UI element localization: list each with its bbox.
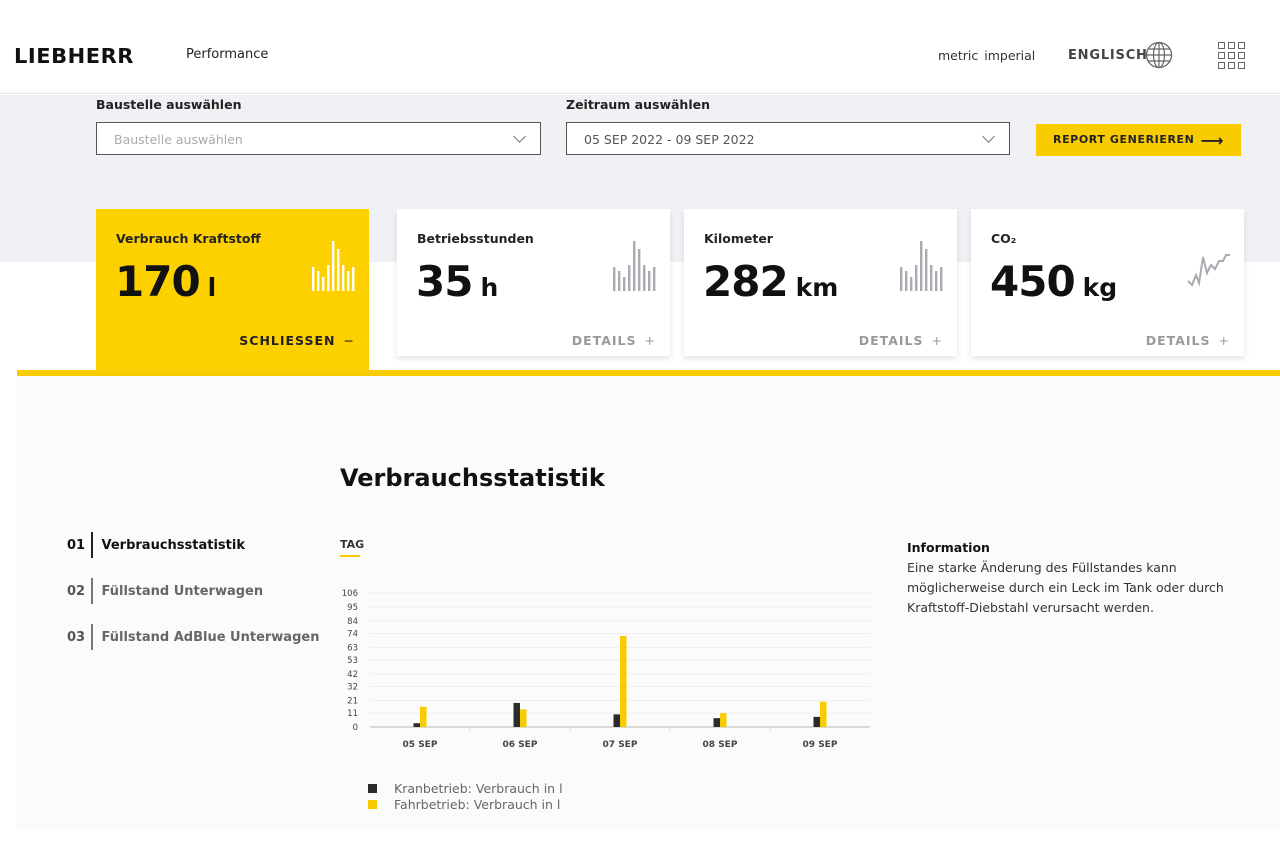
nav-number: 02 <box>67 583 86 599</box>
card-value: 170 l <box>115 257 217 306</box>
section-title: Verbrauchsstatistik <box>340 464 605 492</box>
card-title: CO₂ <box>991 231 1017 246</box>
y-tick-label: 74 <box>347 629 358 639</box>
card-value: 35 h <box>416 257 499 306</box>
nav-divider <box>91 578 93 604</box>
card-kilometers[interactable]: Kilometer 282 km DETAILS + <box>684 209 957 356</box>
bar-fahr <box>420 706 427 727</box>
line-chart-icon <box>1187 254 1230 287</box>
info-box: Information Eine starke Änderung des Fül… <box>907 538 1227 618</box>
site-label: Baustelle auswählen <box>96 97 242 112</box>
period-select-value: 05 SEP 2022 - 09 SEP 2022 <box>584 132 755 147</box>
card-operating-hours[interactable]: Betriebsstunden 35 h DETAILS + <box>397 209 670 356</box>
unit-imperial-link[interactable]: imperial <box>984 48 1035 63</box>
top-header: LIEBHERR Performance metric imperial ENGL… <box>0 0 1280 94</box>
x-tick-label: 09 SEP <box>803 740 838 750</box>
bar-chart-icon <box>312 241 355 291</box>
bar-chart-icon <box>900 241 943 291</box>
app-name: Performance <box>186 47 269 62</box>
legend-label: Fahrbetrieb: Verbrauch in l <box>394 796 561 812</box>
bar-fahr <box>520 709 527 727</box>
bar-kran <box>613 714 620 727</box>
details-button[interactable]: DETAILS + <box>1146 333 1230 348</box>
card-title: Betriebsstunden <box>417 231 534 246</box>
language-selector[interactable]: ENGLISCH <box>1068 48 1148 63</box>
close-details-button[interactable]: SCHLIESSEN − <box>239 333 355 348</box>
nav-number: 01 <box>67 537 86 553</box>
bar-fahr <box>720 713 727 727</box>
legend-swatch-fahr <box>368 799 377 809</box>
bar-kran <box>713 718 720 727</box>
y-tick-label: 11 <box>347 709 358 719</box>
bar-chart-icon <box>613 241 656 291</box>
card-title: Kilometer <box>704 231 773 246</box>
nav-divider <box>91 624 93 650</box>
chevron-down-icon <box>982 130 995 143</box>
x-tick-label: 08 SEP <box>703 740 738 750</box>
nav-number: 03 <box>67 629 86 645</box>
y-tick-label: 63 <box>347 643 358 653</box>
y-tick-label: 32 <box>347 683 358 693</box>
nav-label: Füllstand AdBlue Unterwagen <box>101 629 320 645</box>
card-value: 450 kg <box>990 257 1118 306</box>
nav-item-tank-level[interactable]: 02 Füllstand Unterwagen <box>67 578 263 604</box>
tab-day[interactable]: TAG <box>340 538 364 557</box>
y-tick-label: 106 <box>342 589 358 599</box>
y-tick-label: 53 <box>347 656 358 666</box>
y-tick-label: 21 <box>347 696 358 706</box>
nav-divider <box>91 532 93 558</box>
info-text: Eine starke Änderung des Füllstandes kan… <box>907 560 1224 615</box>
legend-label: Kranbetrieb: Verbrauch in l <box>394 780 563 796</box>
details-button[interactable]: DETAILS + <box>572 333 656 348</box>
y-tick-label: 84 <box>347 617 358 627</box>
card-value: 282 km <box>703 257 839 306</box>
x-tick-label: 05 SEP <box>403 740 438 750</box>
x-tick-label: 07 SEP <box>603 740 638 750</box>
bar-kran <box>813 716 820 727</box>
bar-kran <box>513 702 520 727</box>
unit-switch: metric imperial <box>938 48 1041 63</box>
bar-fahr <box>620 635 627 727</box>
chart-legend: Kranbetrieb: Verbrauch in l Fahrbetrieb:… <box>368 780 563 812</box>
info-title: Information <box>907 540 990 555</box>
bar-kran <box>413 723 420 727</box>
nav-item-adblue-level[interactable]: 03 Füllstand AdBlue Unterwagen <box>67 624 319 650</box>
consumption-bar-chart: 0 11 21 32 42 53 63 74 84 95 106 05 SEP 06 SEP 07 SEP… <box>342 589 870 750</box>
y-tick-label: 42 <box>347 670 358 680</box>
nav-label: Verbrauchsstatistik <box>101 537 245 553</box>
nav-item-consumption-stats[interactable]: 01 Verbrauchsstatistik <box>67 532 245 558</box>
x-tick-label: 06 SEP <box>503 740 538 750</box>
period-label: Zeitraum auswählen <box>566 97 710 112</box>
card-title: Verbrauch Kraftstoff <box>116 231 261 246</box>
bar-fahr <box>820 701 827 727</box>
arrow-right-icon: ⟶ <box>1200 131 1224 150</box>
card-co2[interactable]: CO₂ 450 kg DETAILS + <box>971 209 1244 356</box>
nav-label: Füllstand Unterwagen <box>101 583 264 599</box>
legend-item-kran: Kranbetrieb: Verbrauch in l <box>368 780 563 796</box>
y-tick-label: 95 <box>347 603 358 613</box>
generate-report-label: REPORT GENERIEREN <box>1053 133 1195 146</box>
details-button[interactable]: DETAILS + <box>859 333 943 348</box>
site-select[interactable]: Baustelle auswählen <box>96 122 541 155</box>
generate-report-button[interactable]: REPORT GENERIEREN ⟶ <box>1036 124 1241 156</box>
globe-icon[interactable] <box>1145 41 1173 69</box>
chevron-down-icon <box>513 130 526 143</box>
legend-swatch-kran <box>368 783 377 793</box>
y-tick-label: 0 <box>353 723 358 733</box>
site-select-placeholder: Baustelle auswählen <box>114 132 243 147</box>
card-fuel-consumption[interactable]: Verbrauch Kraftstoff 170 l SCHLIESSEN − <box>96 209 369 375</box>
app-grid-icon[interactable] <box>1218 42 1246 69</box>
period-select[interactable]: 05 SEP 2022 - 09 SEP 2022 <box>566 122 1010 155</box>
legend-item-fahr: Fahrbetrieb: Verbrauch in l <box>368 796 563 812</box>
liebherr-logo[interactable]: LIEBHERR <box>14 44 134 68</box>
unit-metric-link[interactable]: metric <box>938 48 978 63</box>
